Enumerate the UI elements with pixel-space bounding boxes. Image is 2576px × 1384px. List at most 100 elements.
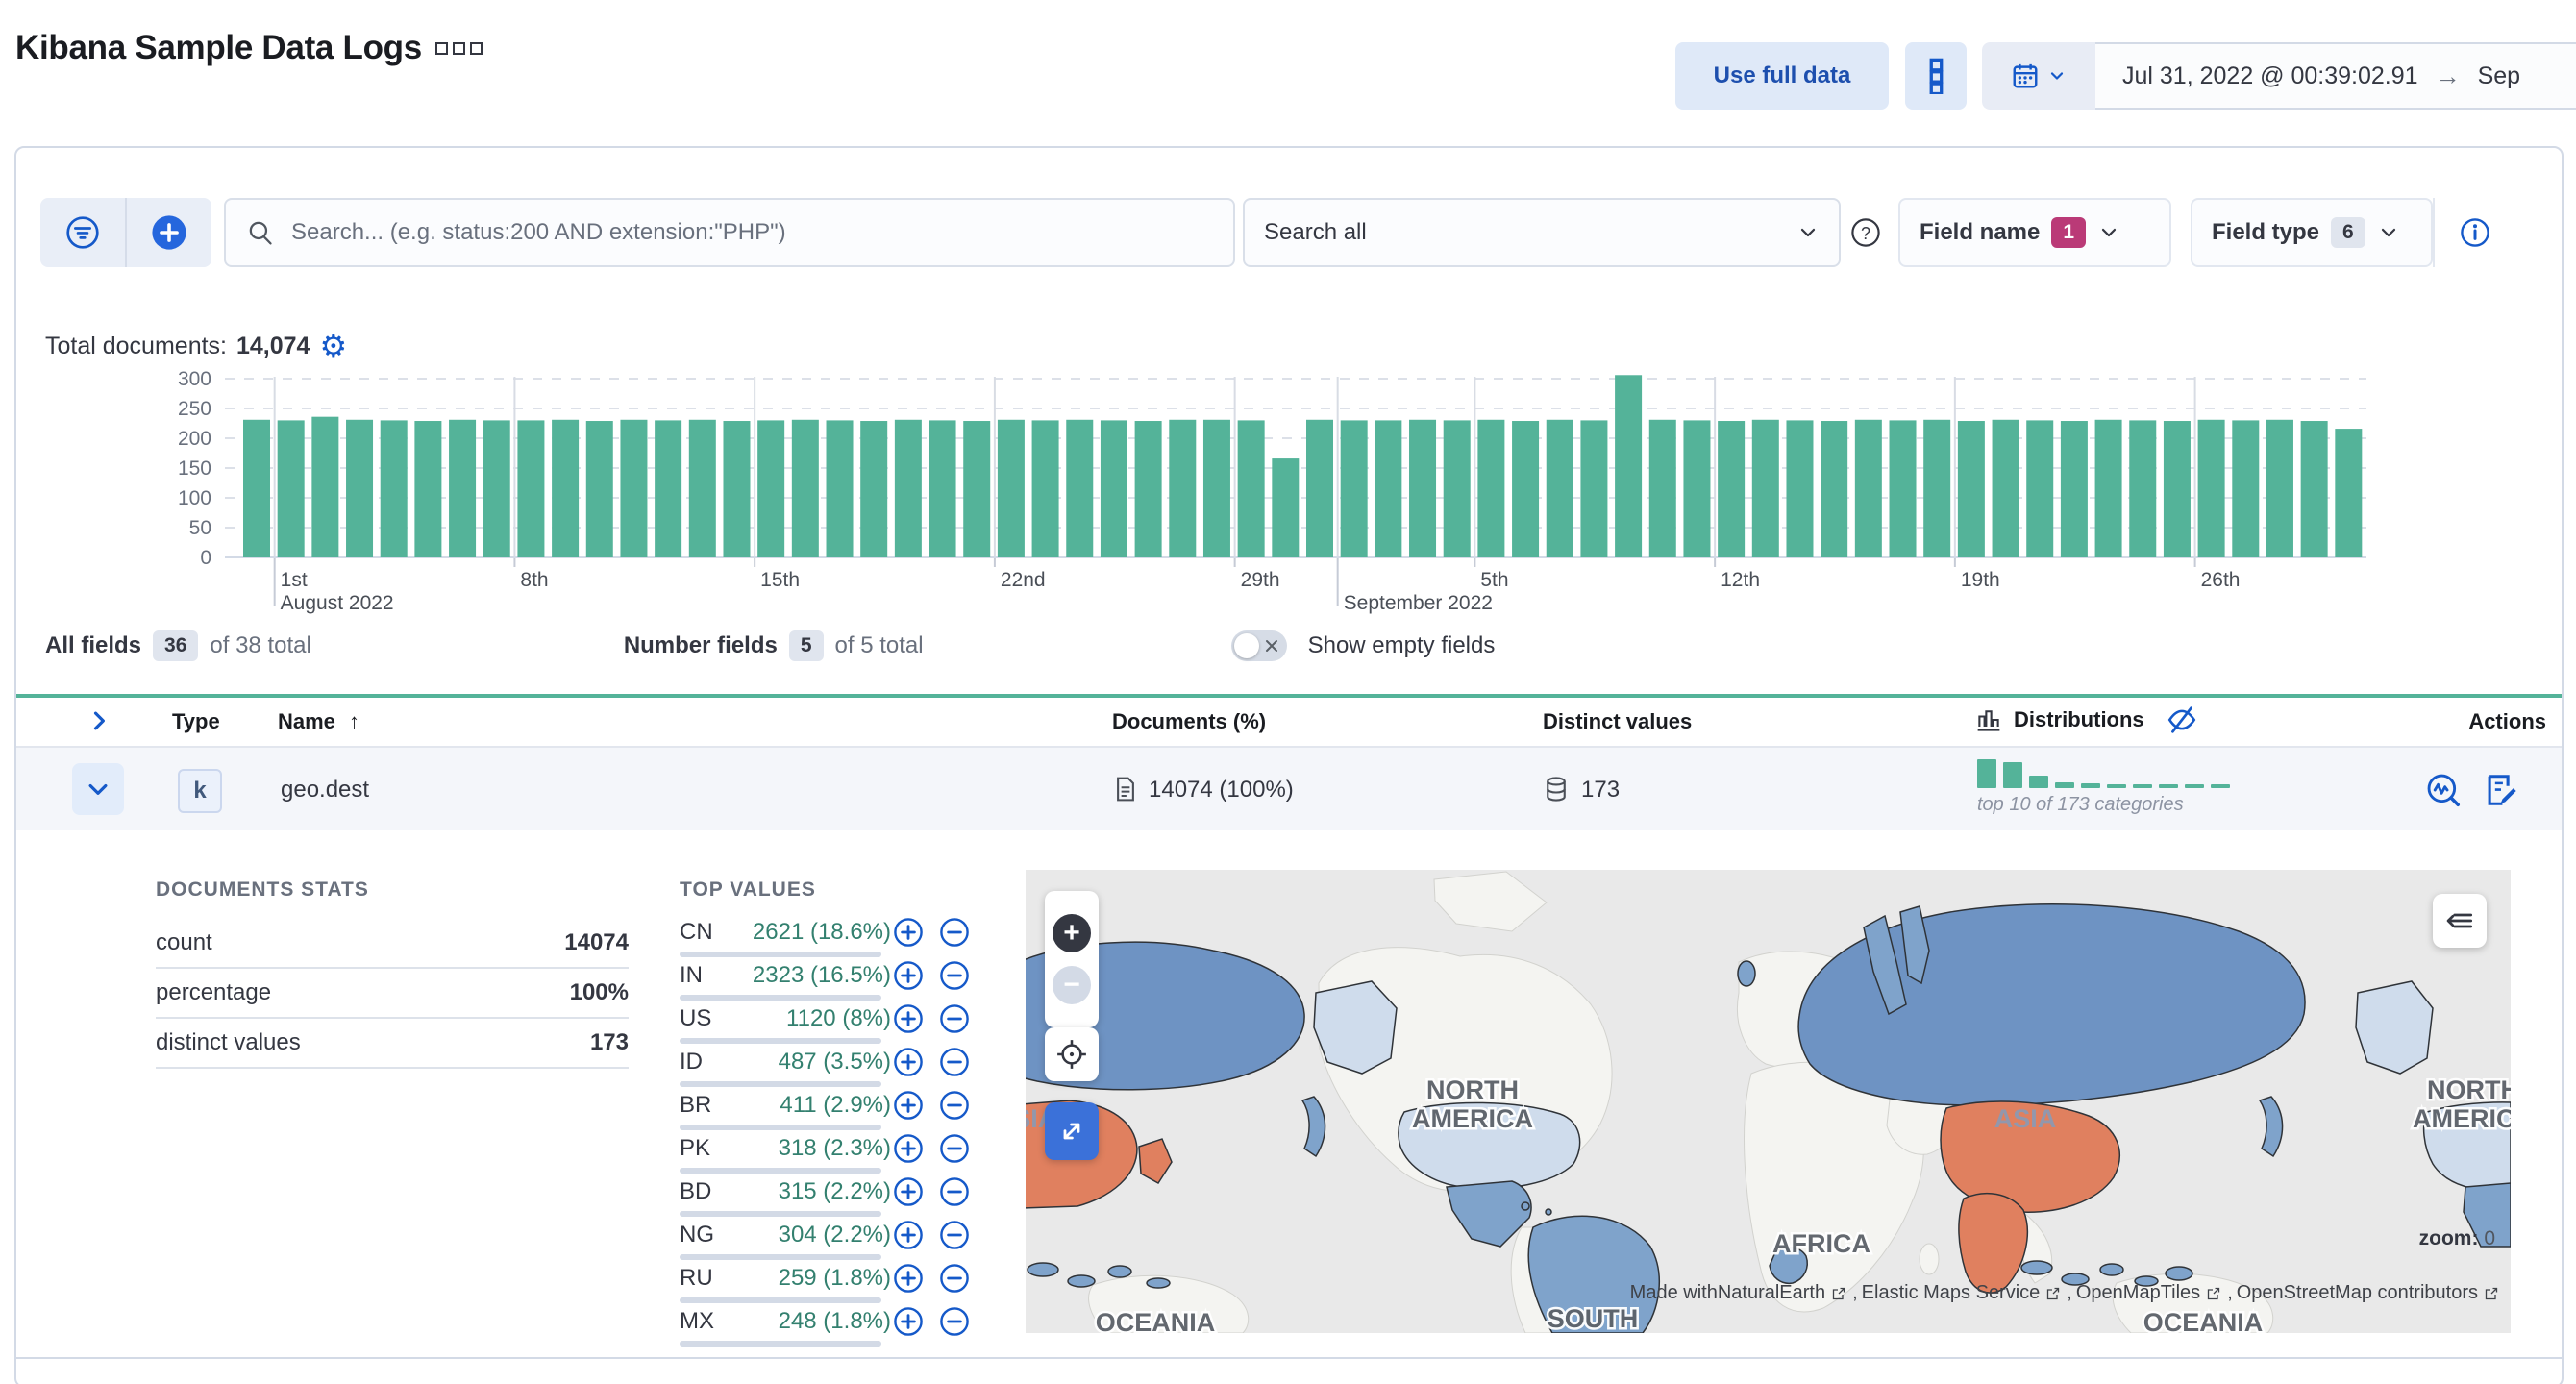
top-value-row: BR 411 (2.9%) [680,1090,978,1135]
field-row-geo-dest[interactable]: k geo.dest 14074 (100%) 173 top 10 of 17… [16,746,2562,834]
hide-distributions-icon[interactable] [2166,704,2198,736]
filter-for-value-button[interactable] [893,1133,924,1164]
header-documents[interactable]: Documents (%) [1112,709,1266,734]
top-value-count: 2621 (18.6%) [752,919,891,945]
date-range-display[interactable]: Jul 31, 2022 @ 00:39:02.91 → Sep [2095,42,2576,110]
attribution-link[interactable]: NaturalEarth [1718,1282,1825,1304]
gear-icon[interactable]: ⚙ [319,331,347,361]
doc-count-bar [414,421,442,557]
filter-out-value-button[interactable] [939,960,970,991]
attribution-separator: , [1852,1282,1858,1303]
search-box [224,198,1235,267]
top-value-label: MX [680,1308,714,1334]
info-button[interactable] [2460,217,2490,248]
search-help-button[interactable]: ? [1850,217,1881,248]
top-values-list: CN 2621 (18.6%) IN 2323 (16.5%) US 1120 (8%) I… [680,917,978,1351]
filter-out-value-button[interactable] [939,1047,970,1077]
map-label-oceania-2: OCEANIA [2143,1308,2264,1333]
field-name-filter[interactable]: Field name 1 [1898,198,2171,267]
filter-out-value-button[interactable] [939,1133,970,1164]
external-link-icon [2040,1286,2067,1301]
svg-text:200: 200 [178,428,211,450]
top-value-count: 487 (3.5%) [778,1049,891,1075]
map-zoom-out-button[interactable]: − [1053,966,1091,1004]
attribution-separator: , [2227,1282,2233,1303]
apps-menu-button[interactable] [1905,42,1967,110]
collapse-row-button[interactable] [72,763,124,815]
header-distinct-values[interactable]: Distinct values [1543,709,1692,734]
svg-text:50: 50 [189,517,211,539]
geo-choropleth-map[interactable]: NORTH AMERICA NORTH AMERICA ASIA ASIA AF… [1026,870,2511,1333]
filter-for-value-button[interactable] [893,1047,924,1077]
search-all-select[interactable]: Search all [1243,198,1841,267]
top-value-bar [680,1254,881,1260]
filter-out-value-button[interactable] [939,917,970,948]
doc-count-bar [791,419,819,557]
search-input[interactable] [289,218,1212,247]
attribution-link[interactable]: OpenMapTiles [2076,1282,2200,1304]
doc-count-bar [963,421,991,557]
edit-data-view-field-button[interactable] [2483,772,2519,808]
filter-for-value-button[interactable] [893,1003,924,1034]
mini-chart-caption: top 10 of 173 categories [1977,794,2184,815]
filter-out-value-button[interactable] [939,1220,970,1250]
filter-out-value-button[interactable] [939,1003,970,1034]
add-filter-button[interactable] [125,198,211,267]
doc-count-bar [1066,419,1094,557]
map-zoom-in-button[interactable]: + [1053,914,1091,952]
date-range-picker[interactable]: Jul 31, 2022 @ 00:39:02.91 → Sep [1982,42,2576,110]
doc-count-bar [860,421,888,557]
divider [2433,198,2435,267]
keyword-type-icon: k [178,769,222,813]
expand-diagonal-icon [1063,1123,1080,1140]
filter-out-value-button[interactable] [939,1263,970,1294]
attribution-link[interactable]: OpenStreetMap contributors [2237,1282,2478,1304]
top-value-label: NG [680,1222,714,1248]
filter-for-value-button[interactable] [893,1220,924,1250]
doc-count-bar [757,420,785,557]
stat-value: 100% [569,979,629,1005]
doc-count-bar [1546,419,1573,557]
filter-for-value-button[interactable] [893,960,924,991]
show-empty-fields-toggle[interactable] [1230,630,1287,661]
map-legend-collapse-button[interactable] [2433,894,2487,948]
header-name[interactable]: Name ↑ [278,709,359,734]
date-picker-quick-menu[interactable] [1982,42,2095,110]
filter-for-value-button[interactable] [893,1306,924,1337]
top-value-row: NG 304 (2.2%) [680,1220,978,1265]
documents-stats-table: count 14074 percentage 100% distinct values 1… [156,919,629,1069]
doc-count-bar [2232,420,2260,557]
attribution-link[interactable]: Elastic Maps Service [1862,1282,2041,1304]
stat-label: distinct values [156,1029,301,1055]
field-name-label: Field name [1920,219,2041,245]
doc-count-bar [1889,420,1917,557]
top-value-label: CN [680,919,713,945]
map-fit-to-data-button[interactable] [1045,1027,1099,1081]
filter-in-circle-button[interactable] [40,198,125,267]
expand-all-button[interactable] [86,707,112,734]
top-value-label: BD [680,1178,712,1204]
map-zoom-level: zoom: 0 [2418,1227,2495,1249]
top-value-count: 304 (2.2%) [778,1222,891,1248]
view-in-lens-button[interactable] [2425,772,2462,808]
top-value-row: ID 487 (3.5%) [680,1047,978,1092]
header-distributions[interactable]: Distributions [1975,704,2198,736]
filter-out-value-button[interactable] [939,1306,970,1337]
filter-for-value-button[interactable] [893,917,924,948]
filter-for-value-button[interactable] [893,1263,924,1294]
svg-text:5th: 5th [1480,569,1508,591]
field-type-filter[interactable]: Field type 6 [2191,198,2433,267]
use-full-data-button[interactable]: Use full data [1675,42,1889,110]
header-type[interactable]: Type [172,709,220,734]
doc-count-bar [243,419,270,557]
map-expand-button[interactable] [1045,1102,1099,1160]
filter-for-value-button[interactable] [893,1176,924,1207]
filter-out-value-button[interactable] [939,1176,970,1207]
top-value-row: PK 318 (2.3%) [680,1133,978,1178]
documents-percent-value: 14074 (100%) [1149,777,1294,803]
breadcrumb-ellipsis-icon[interactable] [434,41,483,55]
top-value-label: PK [680,1135,711,1161]
doc-count-bar [723,421,751,557]
filter-out-value-button[interactable] [939,1090,970,1121]
filter-for-value-button[interactable] [893,1090,924,1121]
